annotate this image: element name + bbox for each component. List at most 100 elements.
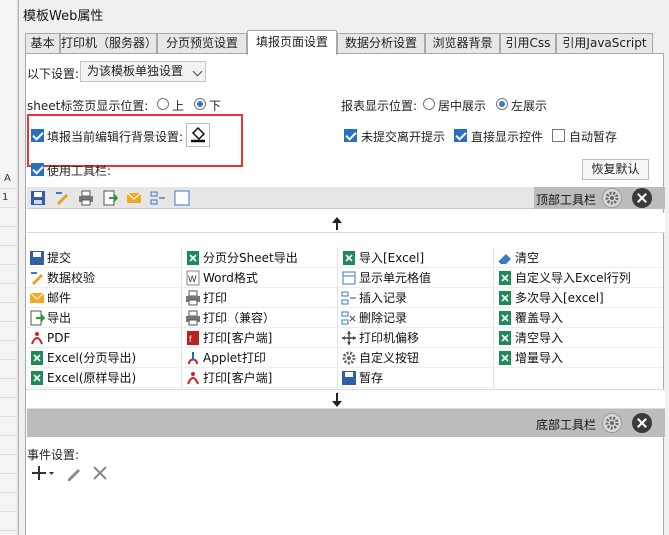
toolbar-item-delete-record[interactable]: 删除记录 — [339, 308, 493, 328]
toolbar-item-excel-original[interactable]: Excel(原样导出) — [27, 368, 181, 388]
arrow-down-icon[interactable] — [332, 393, 342, 407]
toolbar-item-word[interactable]: W Word格式 — [183, 268, 337, 288]
toolbar-item-applet-print[interactable]: Applet打印 — [183, 348, 337, 368]
toolbar-item-label: 清空 — [515, 251, 540, 265]
toolbar-item-clear[interactable]: 清空 — [495, 248, 663, 268]
toolbar-item-temp-save[interactable]: 暂存 — [339, 368, 493, 388]
print-icon — [186, 310, 200, 326]
tab-page-preview[interactable]: 分页预览设置 — [157, 33, 247, 54]
save-icon[interactable] — [30, 190, 46, 206]
sheet-tab-top-radio[interactable] — [157, 98, 169, 110]
move-down-row[interactable] — [27, 389, 665, 409]
excel-icon — [343, 251, 355, 265]
toolbar-item-label: 暂存 — [359, 371, 384, 385]
insert-row-icon[interactable] — [150, 190, 166, 206]
fill-page-settings-panel: 以下设置: 为该模板单独设置 sheet标签页显示位置: 上 下 报表显示位置:… — [25, 53, 665, 535]
top-toolbar-close-button[interactable] — [632, 188, 652, 208]
edit-icon — [31, 272, 43, 285]
tab-basic[interactable]: 基本 — [25, 33, 60, 54]
tab-css[interactable]: 引用Css — [500, 33, 556, 54]
template-web-properties-dialog: 模板Web属性 基本 打印机（服务器） 分页预览设置 填报页面设置 数据分析设置… — [18, 0, 669, 535]
toolbar-item-pdf[interactable]: PDF — [27, 328, 181, 348]
arrow-up-icon[interactable] — [332, 217, 342, 230]
toolbar-item-excel-paged[interactable]: Excel(分页导出) — [27, 348, 181, 368]
toolbar-item-import-excel[interactable]: 导入[Excel] — [339, 248, 493, 268]
mail-icon[interactable] — [126, 190, 142, 206]
tab-browser-background[interactable]: 浏览器背景 — [425, 33, 500, 54]
save-icon — [30, 251, 44, 265]
toolbar-item-custom-button[interactable]: 自定义按钮 — [339, 348, 493, 368]
auto-save-checkbox[interactable] — [552, 129, 565, 142]
add-event-icon[interactable] — [31, 464, 55, 482]
toolbar-item-show-cell-value[interactable]: 显示单元格值 — [339, 268, 493, 288]
excel-icon — [499, 311, 511, 325]
sheet-tab-bottom-radio[interactable] — [194, 98, 206, 110]
toolbar-item-data-validation[interactable]: 数据校验 — [27, 268, 181, 288]
use-toolbar-checkbox[interactable] — [31, 163, 44, 176]
direct-show-controls-checkbox[interactable] — [454, 129, 467, 142]
blank-icon[interactable] — [174, 190, 190, 206]
scope-select[interactable]: 为该模板单独设置 — [80, 61, 206, 82]
bottom-toolbar-settings-button[interactable] — [602, 413, 622, 433]
toolbar-item-printer-offset[interactable]: 打印机偏移 — [339, 328, 493, 348]
bottom-toolbar-bar: 底部工具栏 — [27, 409, 665, 437]
top-toolbar-label: 顶部工具栏 — [536, 193, 597, 207]
toolbar-item-multi-import[interactable]: 多次导入[excel] — [495, 288, 663, 308]
toolbar-item-custom-import-excel[interactable]: 自定义导入Excel行列 — [495, 268, 663, 288]
delete-event-icon[interactable] — [92, 464, 108, 482]
report-center-radio[interactable] — [423, 98, 435, 110]
toolbar-item-label: 打印（兼容） — [203, 311, 276, 325]
fill-bg-checkbox[interactable] — [31, 129, 44, 142]
excel-icon — [499, 271, 511, 285]
fill-bg-label: 填报当前编辑行背景设置: — [47, 130, 184, 144]
move-icon — [342, 331, 356, 345]
toolbar-item-label: Word格式 — [203, 271, 258, 285]
tab-javascript[interactable]: 引用JavaScript — [556, 33, 653, 54]
toolbar-item-label: Applet打印 — [203, 351, 266, 365]
bottom-toolbar-close-button[interactable] — [632, 413, 652, 433]
svg-text:W: W — [188, 274, 197, 284]
export-icon[interactable] — [102, 190, 118, 206]
toolbar-item-label: 自定义导入Excel行列 — [515, 271, 631, 285]
print-icon[interactable] — [78, 190, 94, 206]
toolbar-item-overwrite-import[interactable]: 覆盖导入 — [495, 308, 663, 328]
tab-printer-server[interactable]: 打印机（服务器） — [60, 33, 157, 54]
edit-icon[interactable] — [54, 190, 70, 206]
toolbar-item-print[interactable]: 打印 — [183, 288, 337, 308]
top-toolbar-settings-button[interactable] — [602, 188, 622, 208]
toolbar-item-label: 导出 — [47, 311, 72, 325]
toolbar-item-label: Excel(分页导出) — [47, 351, 137, 365]
sheet-tab-top-label: 上 — [172, 99, 185, 113]
toolbar-item-incremental-import[interactable]: 增量导入 — [495, 348, 663, 368]
toolbar-item-pdf-print[interactable]: 打印[客户端] — [183, 368, 337, 388]
toolbar-item-label: 打印机偏移 — [359, 331, 420, 345]
tab-data-analysis[interactable]: 数据分析设置 — [337, 33, 425, 54]
excel-icon — [499, 331, 511, 345]
word-icon: W — [186, 270, 200, 286]
sheet-tab-bottom-label: 下 — [209, 99, 222, 113]
excel-icon — [31, 351, 43, 365]
toolbar-item-flash-print[interactable]: f 打印[客户端] — [183, 328, 337, 348]
toolbar-item-label: 分页分Sheet导出 — [203, 251, 298, 265]
spreadsheet-background: A 1 — [0, 0, 18, 535]
title-bar[interactable]: 模板Web属性 — [19, 0, 669, 26]
restore-default-button[interactable]: 恢复默认 — [582, 159, 649, 180]
toolbar-item-submit[interactable]: 提交 — [27, 248, 181, 268]
toolbar-item-print-compatible[interactable]: 打印（兼容） — [183, 308, 337, 328]
toolbar-item-export[interactable]: 导出 — [27, 308, 181, 328]
toolbar-item-label: 打印[客户端] — [203, 331, 273, 345]
move-up-row[interactable] — [27, 213, 665, 233]
report-left-label: 左展示 — [511, 99, 548, 113]
toolbar-item-insert-record[interactable]: 插入记录 — [339, 288, 493, 308]
save-icon — [342, 371, 356, 385]
tab-fill-page-settings[interactable]: 填报页面设置 — [247, 30, 337, 55]
report-left-radio[interactable] — [496, 98, 508, 110]
toolbar-item-clear-import[interactable]: 清空导入 — [495, 328, 663, 348]
edit-event-icon[interactable] — [66, 464, 82, 482]
paint-bucket-button[interactable] — [186, 123, 210, 147]
bottom-toolbar-label: 底部工具栏 — [536, 418, 597, 432]
unsubmitted-leave-checkbox[interactable] — [344, 129, 357, 142]
toolbar-item-label: 数据校验 — [47, 271, 96, 285]
toolbar-item-mail[interactable]: 邮件 — [27, 288, 181, 308]
toolbar-item-sheet-export[interactable]: 分页分Sheet导出 — [183, 248, 337, 268]
